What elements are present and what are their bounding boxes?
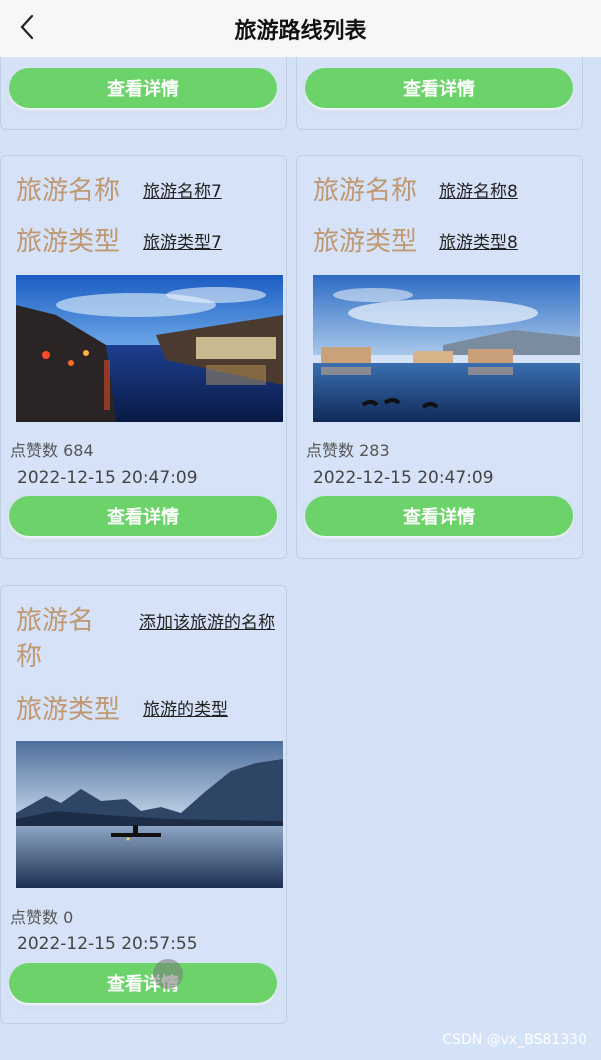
likes-label: 点赞数 xyxy=(10,908,59,927)
likes-value: 0 xyxy=(63,908,74,927)
created-time: 2022-12-15 20:47:09 xyxy=(313,468,494,488)
detail-button[interactable]: 查看详情 xyxy=(9,68,277,108)
route-card: 旅游名称 添加该旅游的名称 旅游类型 旅游的类型 点赞数 0 2022-12-1… xyxy=(0,585,287,1024)
route-image[interactable] xyxy=(16,275,283,422)
route-card: 旅游名称 旅游名称8 旅游类型 旅游类型8 点赞数 283 2022-12-15… xyxy=(296,155,583,559)
type-label: 旅游类型 xyxy=(16,227,121,257)
route-name[interactable]: 添加该旅游的名称 xyxy=(139,611,279,635)
created-time: 2022-12-15 20:47:09 xyxy=(17,468,198,488)
chevron-left-icon xyxy=(20,14,34,40)
name-label: 旅游名称 xyxy=(313,176,418,206)
name-label: 旅游名称 xyxy=(16,176,121,206)
likes-label: 点赞数 xyxy=(10,441,59,460)
likes-value: 684 xyxy=(63,441,94,460)
type-label: 旅游类型 xyxy=(313,227,418,257)
type-label: 旅游类型 xyxy=(16,695,121,725)
route-image[interactable] xyxy=(16,741,283,888)
detail-button[interactable]: 查看详情 xyxy=(305,496,573,536)
app-header: 旅游路线列表 xyxy=(0,0,601,57)
detail-button[interactable]: 查看详情 xyxy=(9,496,277,536)
route-type[interactable]: 旅游的类型 xyxy=(143,698,228,722)
like-count: 点赞数 283 xyxy=(306,437,390,461)
likes-label: 点赞数 xyxy=(306,441,355,460)
page-title: 旅游路线列表 xyxy=(234,18,367,44)
route-name[interactable]: 旅游名称8 xyxy=(439,180,518,204)
detail-button[interactable]: 查看详情 xyxy=(305,68,573,108)
route-image[interactable] xyxy=(313,275,580,422)
name-label: 旅游名称 xyxy=(16,606,95,672)
route-card: 旅游名称 旅游名称7 旅游类型 旅游类型7 点赞数 684 2022-12-15… xyxy=(0,155,287,559)
like-count: 点赞数 0 xyxy=(10,904,73,928)
like-count: 点赞数 684 xyxy=(10,437,94,461)
route-name[interactable]: 旅游名称7 xyxy=(143,180,222,204)
route-type[interactable]: 旅游类型8 xyxy=(439,231,518,255)
watermark: CSDN @vx_BS81330 xyxy=(442,1032,587,1048)
created-time: 2022-12-15 20:57:55 xyxy=(17,934,198,954)
detail-button[interactable]: 查看详情 xyxy=(9,963,277,1003)
route-type[interactable]: 旅游类型7 xyxy=(143,231,222,255)
back-button[interactable] xyxy=(14,12,40,42)
touch-indicator xyxy=(153,959,183,989)
likes-value: 283 xyxy=(359,441,390,460)
